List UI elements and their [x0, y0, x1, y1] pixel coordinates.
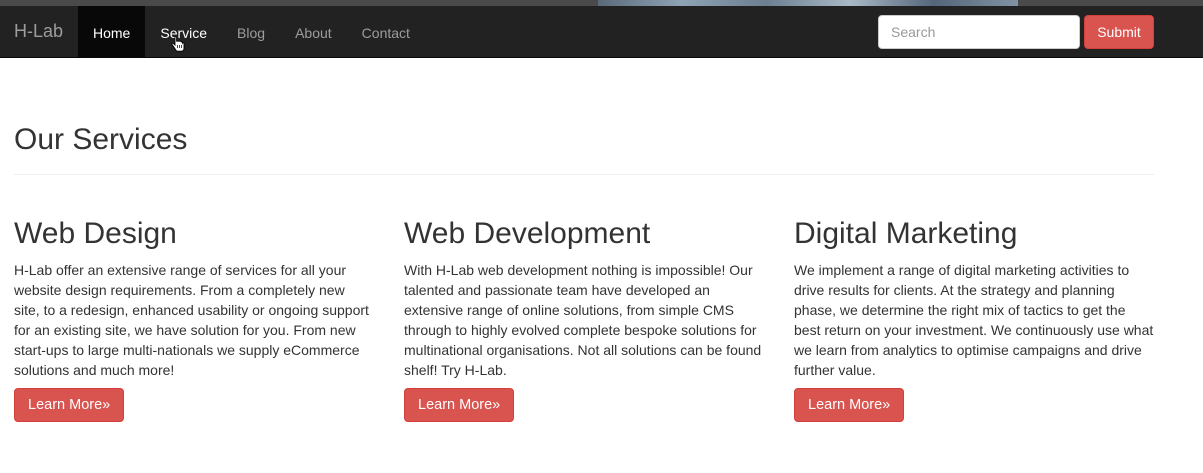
title-divider: [14, 174, 1154, 175]
learn-more-button[interactable]: Learn More»: [794, 388, 905, 422]
service-heading: Web Development: [404, 217, 651, 250]
nav-menu: Home Service Blog About Contact: [78, 6, 425, 57]
page-title: Our Services: [14, 123, 188, 156]
learn-more-button[interactable]: Learn More»: [404, 388, 515, 422]
learn-more-button[interactable]: Learn More»: [14, 388, 125, 422]
brand-logo-link[interactable]: H-Lab: [14, 6, 63, 57]
nav-item-contact[interactable]: Contact: [347, 6, 425, 57]
nav-item-home[interactable]: Home: [78, 6, 146, 57]
service-digital-marketing: Digital Marketing We implement a range o…: [794, 212, 1154, 422]
nav-item-about[interactable]: About: [280, 6, 347, 57]
search-input[interactable]: [878, 15, 1080, 49]
hand-pointer-icon: [171, 36, 185, 52]
service-heading: Web Design: [14, 217, 177, 250]
top-navbar: H-Lab Home Service Blog About Contact Su…: [0, 6, 1203, 58]
service-description: H-Lab offer an extensive range of servic…: [14, 262, 369, 378]
nav-item-blog[interactable]: Blog: [222, 6, 280, 57]
service-heading: Digital Marketing: [794, 217, 1018, 250]
service-web-development: Web Development With H-Lab web developme…: [404, 212, 764, 422]
service-web-design: Web Design H-Lab offer an extensive rang…: [14, 212, 374, 422]
submit-button[interactable]: Submit: [1084, 15, 1154, 49]
service-description: With H-Lab web development nothing is im…: [404, 262, 762, 378]
service-description: We implement a range of digital marketin…: [794, 262, 1154, 378]
